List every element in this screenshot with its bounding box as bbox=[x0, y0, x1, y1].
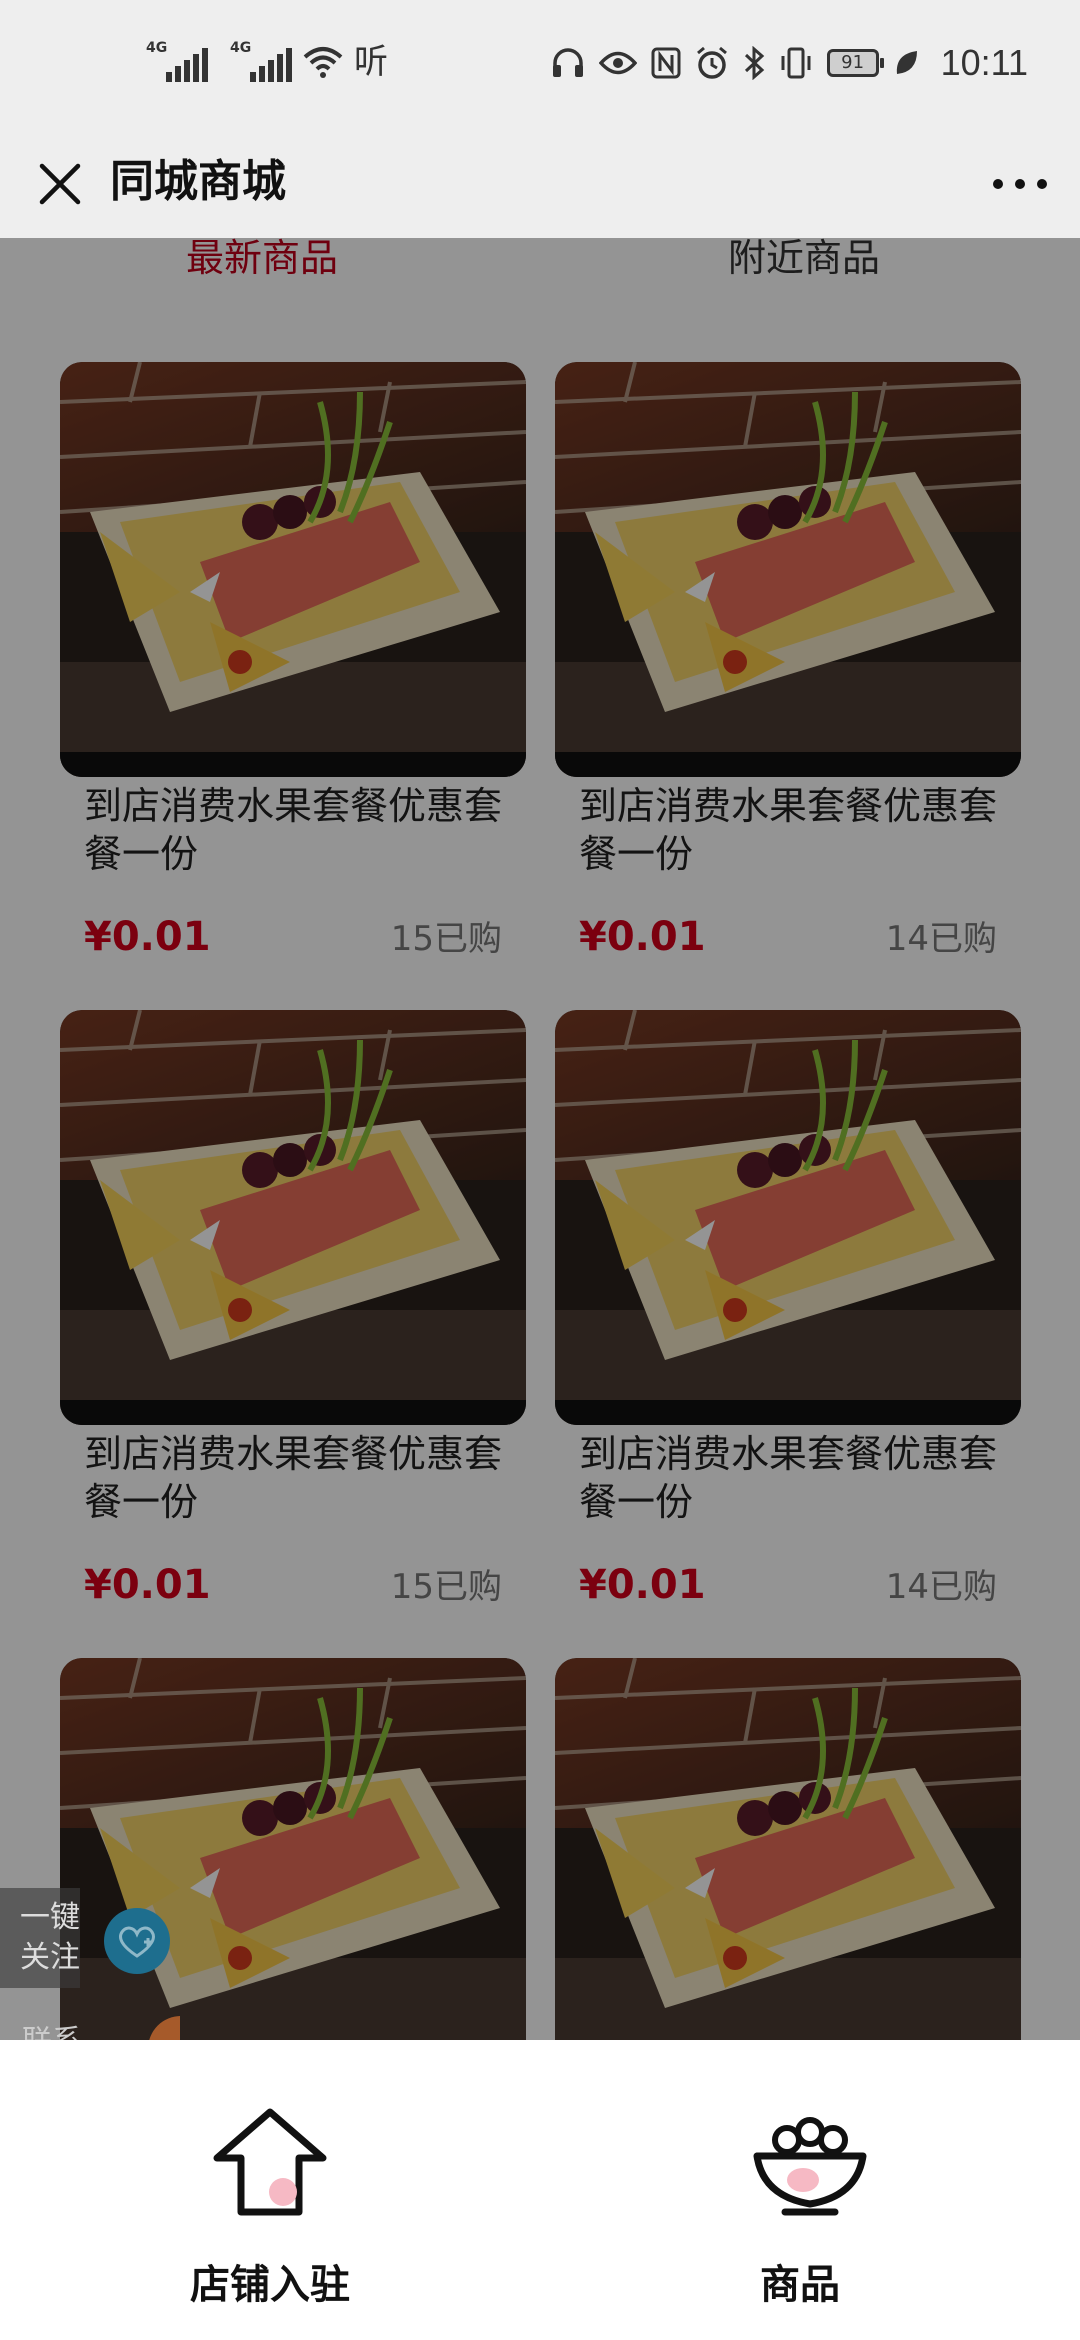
close-icon bbox=[39, 163, 81, 205]
network-type: 4G bbox=[146, 40, 168, 56]
tab-bar: 最新商品 附近商品 bbox=[0, 238, 1080, 298]
product-image-wrap bbox=[60, 362, 526, 777]
product-sold-count: 15已购 bbox=[390, 919, 502, 959]
eye-icon bbox=[598, 51, 637, 75]
product-sold-count: 14已购 bbox=[885, 1567, 997, 1607]
contact-widget[interactable]: 联系 bbox=[0, 2016, 180, 2040]
tab-nearby[interactable]: 附近商品 bbox=[728, 238, 880, 288]
product-image-wrap bbox=[555, 362, 1021, 777]
product-list-page: 最新商品 附近商品 到店消费水果套餐优惠套餐一份 ¥0.01 15已购 到店消费水果套… bbox=[0, 238, 1080, 2040]
store-join-button[interactable]: 店铺入驻 bbox=[0, 2040, 540, 2340]
hd-voice-icon: 听 bbox=[354, 42, 388, 82]
battery-level: 91 bbox=[841, 52, 865, 73]
bottom-action-sheet: 店铺入驻 商品 bbox=[0, 2040, 1080, 2340]
product-sold-count: 14已购 bbox=[885, 919, 997, 959]
product-image bbox=[60, 1010, 526, 1425]
leaf-icon bbox=[896, 51, 917, 74]
product-card[interactable]: 到店消费水果套餐优惠套餐一份 ¥0.01 14已购 bbox=[555, 362, 1021, 982]
product-name: 到店消费水果套餐优惠套餐一份 bbox=[579, 1432, 998, 1524]
product-price: ¥0.01 bbox=[84, 914, 211, 960]
product-card[interactable]: 到店消费水果套餐优惠套餐一份 ¥0.01 15已购 bbox=[60, 1010, 526, 1630]
product-image bbox=[60, 362, 526, 777]
store-join-label: 店铺入驻 bbox=[190, 2262, 350, 2308]
status-left: 4G 4G 听 bbox=[146, 40, 388, 82]
product-price: ¥0.01 bbox=[579, 914, 706, 960]
signal-icon: 4G bbox=[146, 40, 208, 82]
clock: 10:11 bbox=[940, 42, 1028, 83]
product-card[interactable] bbox=[555, 1658, 1021, 2040]
product-name: 到店消费水果套餐优惠套餐一份 bbox=[84, 784, 503, 876]
status-right: 91 10:11 bbox=[551, 42, 1028, 84]
products-button[interactable]: 商品 bbox=[540, 2040, 1080, 2340]
product-price: ¥0.01 bbox=[84, 1562, 211, 1608]
contact-button[interactable] bbox=[148, 2016, 180, 2040]
vibrate-icon bbox=[781, 47, 811, 79]
network-type-2: 4G bbox=[230, 40, 252, 56]
follow-button[interactable] bbox=[104, 1908, 170, 1974]
product-image-wrap bbox=[555, 1010, 1021, 1425]
contact-label: 联系 bbox=[22, 2016, 82, 2040]
product-image bbox=[555, 362, 1021, 777]
product-price: ¥0.01 bbox=[579, 1562, 706, 1608]
products-label: 商品 bbox=[760, 2262, 840, 2308]
more-icon bbox=[993, 179, 1047, 189]
battery-icon: 91 bbox=[826, 49, 884, 77]
signal-icon-2: 4G bbox=[230, 40, 292, 82]
heart-plus-icon bbox=[119, 1926, 155, 1958]
product-sold-count: 15已购 bbox=[390, 1567, 502, 1607]
alarm-icon bbox=[696, 46, 727, 79]
more-button[interactable] bbox=[988, 152, 1052, 216]
product-card[interactable]: 到店消费水果套餐优惠套餐一份 ¥0.01 14已购 bbox=[555, 1010, 1021, 1630]
product-image bbox=[555, 1010, 1021, 1425]
tab-latest[interactable]: 最新商品 bbox=[186, 238, 338, 288]
fruit-bowl-icon bbox=[753, 2117, 867, 2216]
status-bar: 4G 4G 听 91 10:11 bbox=[0, 0, 1080, 130]
product-image bbox=[555, 1658, 1021, 2040]
product-card[interactable]: 到店消费水果套餐优惠套餐一份 ¥0.01 15已购 bbox=[60, 362, 526, 982]
product-name: 到店消费水果套餐优惠套餐一份 bbox=[84, 1432, 503, 1524]
product-image-wrap bbox=[60, 1010, 526, 1425]
house-upload-icon bbox=[213, 2108, 327, 2216]
nfc-icon bbox=[651, 47, 681, 79]
product-image-wrap bbox=[555, 1658, 1021, 2040]
close-button[interactable] bbox=[28, 152, 92, 216]
product-name: 到店消费水果套餐优惠套餐一份 bbox=[579, 784, 998, 876]
headphones-icon bbox=[552, 48, 583, 77]
page-title: 同城商城 bbox=[110, 156, 286, 207]
follow-label: 一键关注 bbox=[0, 1888, 80, 1988]
bluetooth-icon bbox=[744, 46, 764, 80]
title-bar: 同城商城 bbox=[0, 130, 1080, 238]
follow-widget[interactable]: 一键关注 bbox=[0, 1888, 180, 1988]
wifi-icon bbox=[303, 47, 343, 78]
